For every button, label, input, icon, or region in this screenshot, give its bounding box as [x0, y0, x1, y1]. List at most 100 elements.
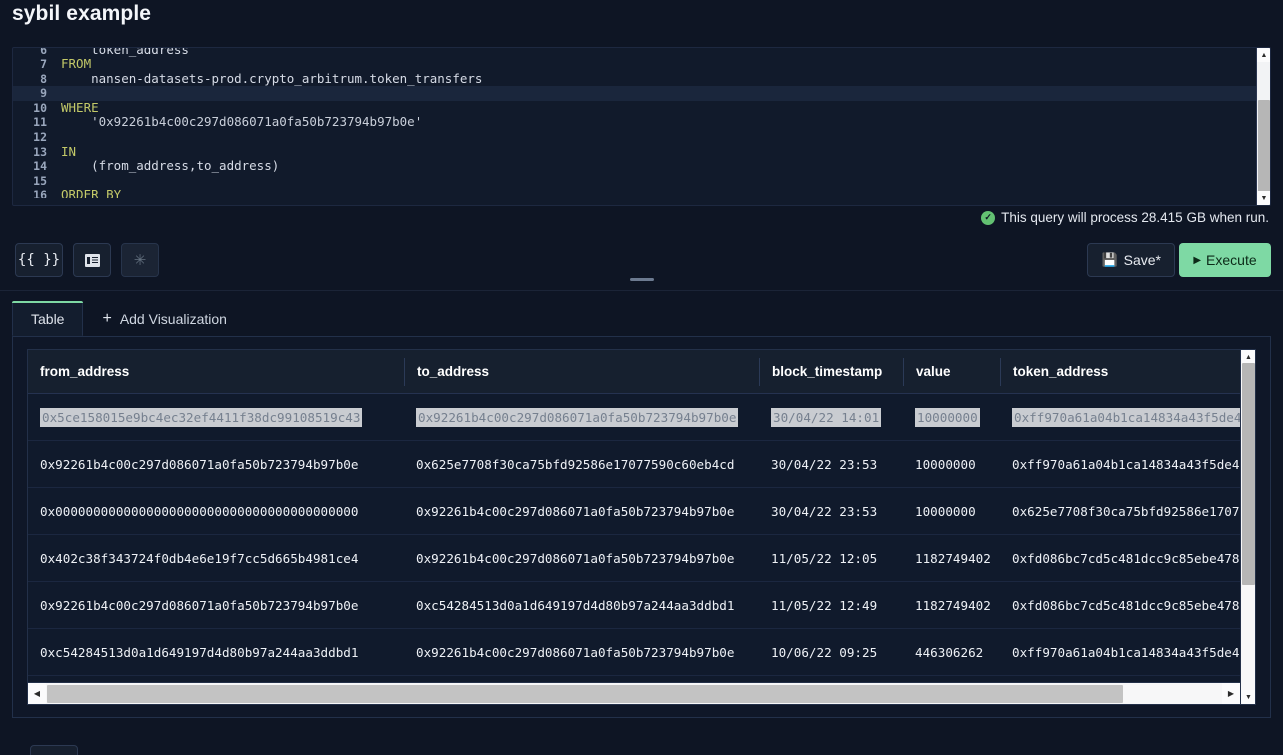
code-line[interactable]: 7 FROM	[13, 56, 1256, 72]
editor-scroll-down-arrow-icon[interactable]: ▼	[1257, 191, 1270, 205]
table-cell-value[interactable]: 1182749402	[903, 551, 1000, 566]
table-cell-value[interactable]: 1182749402	[903, 598, 1000, 613]
snowflake-button[interactable]: ✳	[121, 243, 159, 277]
results-grid[interactable]: from_address to_address block_timestamp val…	[27, 349, 1256, 705]
tab-add-visualization[interactable]: + Add Visualization	[83, 301, 246, 336]
grid-scroll-right-arrow-icon[interactable]: ▶	[1222, 683, 1240, 704]
table-cell-value[interactable]: 10000000	[903, 457, 1000, 472]
grid-scroll-down-arrow-icon[interactable]: ▼	[1241, 690, 1255, 704]
code-line[interactable]: 12	[13, 130, 1256, 145]
execute-button[interactable]: ▶ Execute	[1179, 243, 1271, 277]
code-line[interactable]: 6 token_address	[13, 48, 1256, 57]
grid-body[interactable]: 0x5ce158015e9bc4ec32ef4411f38dc99108519c…	[28, 394, 1240, 682]
code-line[interactable]: 16 ORDER BY	[13, 188, 1256, 198]
table-cell-from_address[interactable]: 0x5ce158015e9bc4ec32ef4411f38dc99108519c…	[28, 407, 404, 427]
cell-value: 0x92261b4c00c297d086071a0fa50b723794b97b…	[416, 644, 735, 660]
table-cell-to_address[interactable]: 0xc54284513d0a1d649197d4d80b97a244aa3ddb…	[404, 598, 759, 613]
table-cell-token_address[interactable]: 0xfd086bc7cd5c481dcc9c85ebe478	[1000, 598, 1240, 613]
table-cell-token_address[interactable]: 0xfd086bc7cd5c481dcc9c85ebe478	[1000, 551, 1240, 566]
format-sql-icon	[84, 253, 100, 267]
column-header-token_address[interactable]: token_address	[1000, 357, 1255, 386]
editor-scrollbar-thumb[interactable]	[1258, 100, 1270, 194]
table-cell-to_address[interactable]: 0x92261b4c00c297d086071a0fa50b723794b97b…	[404, 504, 759, 519]
column-header-from_address[interactable]: from_address	[28, 358, 404, 386]
table-cell-from_address[interactable]: 0x00000000000000000000000000000000000000…	[28, 504, 404, 519]
query-parameters-button[interactable]: {{ }}	[15, 243, 63, 277]
results-grid-wrapper: from_address to_address block_timestamp val…	[12, 337, 1271, 718]
table-cell-block_timestamp[interactable]: 11/05/22 12:49	[759, 598, 903, 613]
cell-value: 30/04/22 14:01	[771, 407, 882, 427]
editor-vertical-scrollbar[interactable]: ▲ ▼	[1256, 48, 1270, 205]
code-line[interactable]: 8 nansen-datasets-prod.crypto_arbitrum.t…	[13, 71, 1256, 87]
sql-editor-panel[interactable]: 6 token_address 7 FROM 8 nansen-datasets-pr…	[12, 47, 1271, 206]
grid-scroll-left-arrow-icon[interactable]: ◀	[28, 683, 46, 704]
cell-value: 0xfd086bc7cd5c481dcc9c85ebe478	[1012, 550, 1240, 566]
table-cell-block_timestamp[interactable]: 30/04/22 23:53	[759, 504, 903, 519]
table-row[interactable]: 0x92261b4c00c297d086071a0fa50b723794b97b…	[28, 582, 1240, 629]
line-number: 11	[33, 115, 47, 130]
code-line-text	[57, 86, 61, 101]
save-button[interactable]: 💾 Save*	[1087, 243, 1175, 277]
code-line[interactable]: 15	[13, 174, 1256, 189]
table-cell-from_address[interactable]: 0x92261b4c00c297d086071a0fa50b723794b97b…	[28, 598, 404, 613]
table-row[interactable]: 0xc54284513d0a1d649197d4d80b97a244aa3ddb…	[28, 629, 1240, 676]
line-number: 7	[40, 57, 47, 71]
code-line[interactable]: 10 WHERE	[13, 100, 1256, 116]
table-row[interactable]: 0x5ce158015e9bc4ec32ef4411f38dc99108519c…	[28, 394, 1240, 441]
column-header-value[interactable]: value	[903, 357, 1000, 386]
execute-button-label: Execute	[1206, 252, 1257, 268]
grid-horizontal-scrollbar-thumb[interactable]	[47, 685, 1123, 703]
grid-scroll-up-arrow-icon[interactable]: ▲	[1241, 350, 1255, 364]
line-number: 12	[33, 129, 47, 144]
code-line-text: '0x92261b4c00c297d086071a0fa50b723794b97…	[57, 115, 422, 130]
table-row[interactable]: 0x402c38f343724f0db4e6e19f7cc5d665b4981c…	[28, 535, 1240, 582]
code-line-text	[57, 130, 61, 145]
snowflake-icon: ✳	[133, 251, 147, 269]
code-line[interactable]: 14 (from_address,to_address)	[13, 158, 1256, 174]
grid-vertical-scrollbar[interactable]: ▲ ▼	[1240, 350, 1255, 704]
page-title: sybil example	[12, 2, 152, 25]
results-panel: Table + Add Visualization from_address to_a…	[12, 301, 1271, 718]
code-token: '0x92261b4c00c297d086071a0fa50b723794b97…	[61, 114, 423, 130]
table-cell-to_address[interactable]: 0x625e7708f30ca75bfd92586e17077590c60eb4…	[404, 457, 759, 472]
table-cell-block_timestamp[interactable]: 11/05/22 12:05	[759, 551, 903, 566]
panel-resize-handle[interactable]	[629, 278, 654, 281]
format-query-button[interactable]	[73, 243, 111, 277]
table-cell-token_address[interactable]: 0x625e7708f30ca75bfd92586e1707	[1000, 504, 1240, 519]
table-cell-to_address[interactable]: 0x92261b4c00c297d086071a0fa50b723794b97b…	[404, 645, 759, 660]
code-line[interactable]: 11 '0x92261b4c00c297d086071a0fa50b723794…	[13, 115, 1256, 130]
cell-value: 30/04/22 23:53	[771, 503, 878, 519]
tab-table[interactable]: Table	[12, 301, 84, 336]
cell-value: 0x402c38f343724f0db4e6e19f7cc5d665b4981c…	[40, 550, 359, 566]
code-line-text: nansen-datasets-prod.crypto_arbitrum.tok…	[57, 71, 482, 87]
table-cell-value[interactable]: 10000000	[903, 504, 1000, 519]
table-cell-block_timestamp[interactable]: 30/04/22 14:01	[759, 407, 903, 427]
cell-value: 0xc54284513d0a1d649197d4d80b97a244aa3ddb…	[416, 597, 735, 613]
grid-horizontal-scrollbar[interactable]: ◀ ▶	[28, 682, 1240, 704]
code-line[interactable]: 9	[13, 86, 1256, 101]
cell-value: 0x92261b4c00c297d086071a0fa50b723794b97b…	[416, 550, 735, 566]
table-cell-from_address[interactable]: 0x92261b4c00c297d086071a0fa50b723794b97b…	[28, 457, 404, 472]
bottom-partial-button[interactable]	[30, 745, 78, 755]
table-cell-to_address[interactable]: 0x92261b4c00c297d086071a0fa50b723794b97b…	[404, 551, 759, 566]
cell-value: 10000000	[915, 407, 980, 427]
table-cell-from_address[interactable]: 0xc54284513d0a1d649197d4d80b97a244aa3ddb…	[28, 645, 404, 660]
grid-header-row: from_address to_address block_timestamp val…	[28, 350, 1240, 394]
column-header-to_address[interactable]: to_address	[404, 357, 759, 386]
column-header-block_timestamp[interactable]: block_timestamp	[759, 357, 903, 386]
table-cell-value[interactable]: 446306262	[903, 645, 1000, 660]
editor-scroll-up-arrow-icon[interactable]: ▲	[1257, 48, 1270, 62]
table-cell-token_address[interactable]: 0xff970a61a04b1ca14834a43f5de4	[1000, 407, 1240, 427]
table-cell-value[interactable]: 10000000	[903, 407, 1000, 427]
table-cell-token_address[interactable]: 0xff970a61a04b1ca14834a43f5de4	[1000, 645, 1240, 660]
table-row[interactable]: 0x00000000000000000000000000000000000000…	[28, 488, 1240, 535]
table-cell-token_address[interactable]: 0xff970a61a04b1ca14834a43f5de4	[1000, 457, 1240, 472]
table-row[interactable]: 0x92261b4c00c297d086071a0fa50b723794b97b…	[28, 441, 1240, 488]
table-cell-block_timestamp[interactable]: 10/06/22 09:25	[759, 645, 903, 660]
table-cell-from_address[interactable]: 0x402c38f343724f0db4e6e19f7cc5d665b4981c…	[28, 551, 404, 566]
table-cell-block_timestamp[interactable]: 30/04/22 23:53	[759, 457, 903, 472]
sql-code-area[interactable]: 6 token_address 7 FROM 8 nansen-datasets-pr…	[13, 48, 1256, 205]
grid-vertical-scrollbar-thumb[interactable]	[1242, 363, 1255, 585]
code-line[interactable]: 13 IN	[13, 144, 1256, 160]
table-cell-to_address[interactable]: 0x92261b4c00c297d086071a0fa50b723794b97b…	[404, 407, 759, 427]
